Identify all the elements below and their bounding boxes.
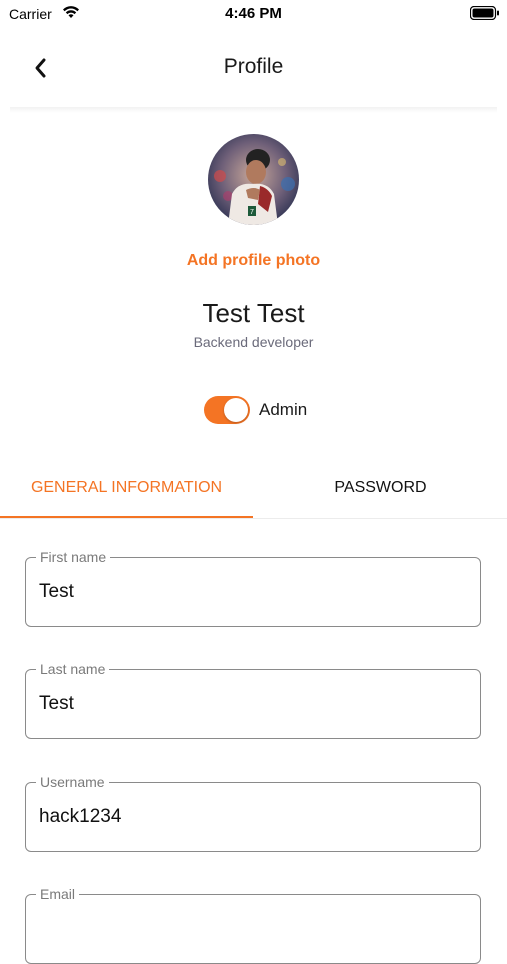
- first-name-label: First name: [36, 549, 111, 565]
- admin-toggle[interactable]: [204, 396, 250, 424]
- first-name-field[interactable]: First name Test: [25, 549, 481, 627]
- tab-bar: GENERAL INFORMATION PASSWORD: [0, 460, 507, 519]
- toggle-knob: [224, 398, 248, 422]
- username-label: Username: [36, 774, 109, 790]
- add-profile-photo-link[interactable]: Add profile photo: [0, 252, 507, 270]
- status-bar: Carrier 4:46 PM: [0, 0, 507, 28]
- first-name-value[interactable]: Test: [39, 581, 74, 603]
- avatar-photo: 7: [208, 134, 299, 225]
- nav-divider: [10, 107, 497, 113]
- avatar[interactable]: 7: [208, 134, 299, 225]
- svg-text:7: 7: [250, 209, 254, 216]
- username-field[interactable]: Username hack1234: [25, 774, 481, 852]
- battery-icon: [470, 6, 499, 20]
- admin-toggle-row: Admin: [204, 395, 307, 425]
- tab-password[interactable]: PASSWORD: [254, 460, 507, 516]
- tab-general-information[interactable]: GENERAL INFORMATION: [0, 460, 253, 518]
- profile-role: Backend developer: [193, 334, 314, 350]
- admin-label: Admin: [259, 400, 308, 419]
- last-name-field[interactable]: Last name Test: [25, 661, 481, 739]
- last-name-label: Last name: [36, 661, 110, 677]
- profile-name: Test Test: [202, 298, 305, 328]
- page-title: Profile: [223, 55, 284, 78]
- last-name-value[interactable]: Test: [39, 693, 74, 715]
- username-value[interactable]: hack1234: [39, 806, 121, 828]
- status-time: 4:46 PM: [225, 5, 282, 22]
- email-field[interactable]: Email: [25, 886, 481, 964]
- nav-bar: Profile: [0, 28, 507, 108]
